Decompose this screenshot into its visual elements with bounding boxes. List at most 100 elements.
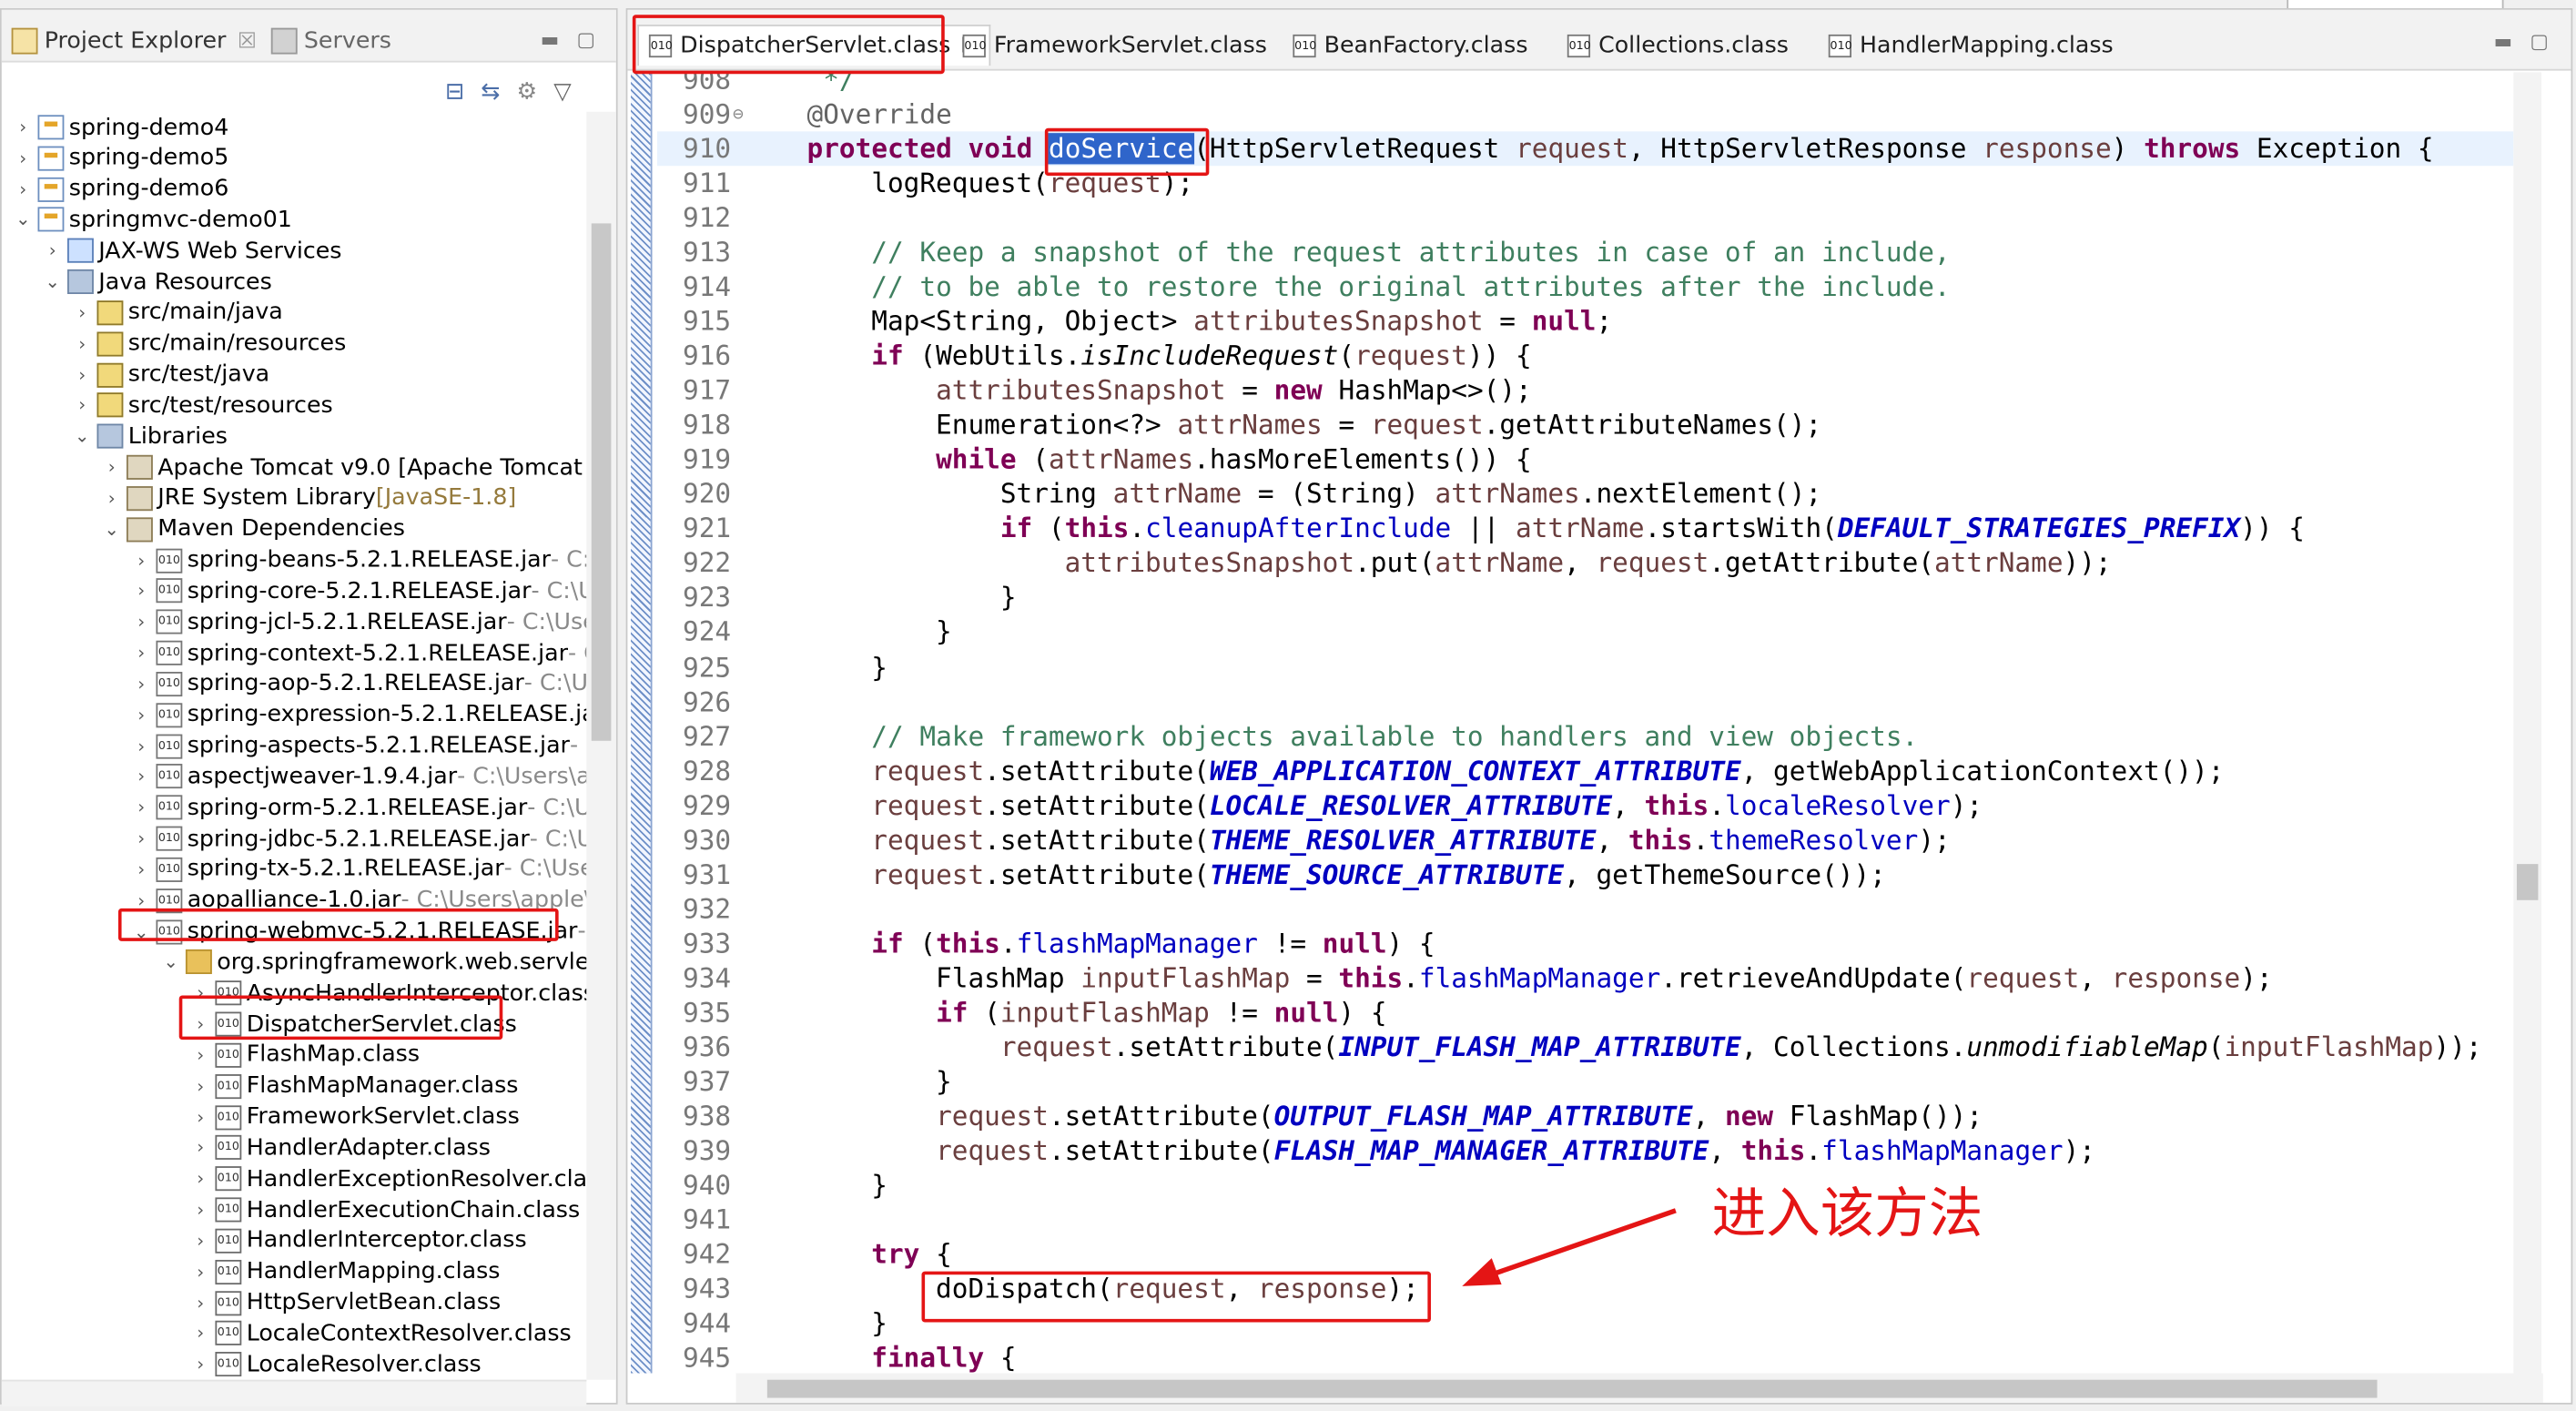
tree-item[interactable]: › 010 LocaleContextResolver.class — [189, 1318, 571, 1349]
editor-vertical-scrollbar[interactable] — [2513, 72, 2542, 1374]
chevron-right-icon[interactable]: › — [130, 766, 153, 787]
tree-item[interactable]: › JAX-WS Web Services — [41, 236, 342, 267]
tree-item[interactable]: › src/main/resources — [71, 329, 346, 360]
chevron-right-icon[interactable]: › — [189, 1168, 212, 1189]
tree-horizontal-scrollbar[interactable] — [1, 1379, 587, 1406]
chevron-down-icon[interactable]: ⌄ — [41, 271, 64, 292]
chevron-right-icon[interactable]: › — [130, 581, 153, 602]
editor-scrollbar-thumb[interactable] — [2516, 864, 2539, 900]
code-line[interactable]: 924 } — [657, 615, 2513, 650]
tree-item[interactable]: › spring-demo6 — [12, 174, 228, 205]
code-line[interactable]: 930 request.setAttribute(THEME_RESOLVER_… — [657, 822, 2513, 857]
chevron-right-icon[interactable]: › — [130, 550, 153, 571]
tree-item[interactable]: ›010spring-jdbc-5.2.1.RELEASE.jar - C:\U… — [130, 823, 586, 854]
tree-item[interactable]: › 010 spring-jcl-5.2.1.RELEASE.jar - C:\Us… — [130, 606, 586, 637]
code-line[interactable]: 938 request.setAttribute(OUTPUT_FLASH_MA… — [657, 1099, 2513, 1133]
code-line[interactable]: 923 } — [657, 581, 2513, 615]
tree-item[interactable]: › 010 FlashMap.class — [189, 1040, 420, 1071]
tree-item[interactable]: › JRE System Library [JavaSE-1.8] — [100, 482, 517, 513]
chevron-down-icon[interactable]: ⌄ — [71, 426, 94, 447]
tree-item[interactable]: › 010 HandlerInterceptor.class — [189, 1225, 526, 1256]
tree-item[interactable]: ⌄ Java Resources — [41, 267, 271, 298]
tree-item[interactable]: › 010 FlashMapManager.class — [189, 1071, 518, 1101]
chevron-right-icon[interactable]: › — [189, 1044, 212, 1065]
code-line[interactable]: 915 Map<String, Object> attributesSnapsh… — [657, 304, 2513, 339]
tree-item[interactable]: › src/test/resources — [71, 390, 332, 421]
tree-item[interactable]: ⌄ springmvc-demo01 — [12, 205, 292, 236]
code-line[interactable]: 936 request.setAttribute(INPUT_FLASH_MAP… — [657, 1030, 2513, 1064]
code-line[interactable]: 921 if (this.cleanupAfterInclude || attr… — [657, 512, 2513, 546]
minimize-icon[interactable]: ▬ — [2494, 29, 2512, 52]
code-line[interactable]: 914 // to be able to restore the origina… — [657, 269, 2513, 304]
code-line[interactable]: 934 FlashMap inputFlashMap = this.flashM… — [657, 960, 2513, 995]
code-line[interactable]: 925 } — [657, 650, 2513, 685]
chevron-right-icon[interactable]: › — [189, 1354, 212, 1375]
chevron-down-icon[interactable]: ⌄ — [159, 951, 182, 972]
code-line[interactable]: 912 — [657, 200, 2513, 235]
tree-item[interactable]: ›010spring-aop-5.2.1.RELEASE.jar - C:\Us… — [130, 668, 586, 699]
tree-item[interactable]: › 010 spring-expression-5.2.1.RELEASE.jar … — [130, 699, 586, 730]
code-line[interactable]: 928 request.setAttribute(WEB_APPLICATION… — [657, 753, 2513, 787]
chevron-right-icon[interactable]: › — [189, 1199, 212, 1220]
code-line[interactable]: 929 request.setAttribute(LOCALE_RESOLVER… — [657, 787, 2513, 822]
chevron-right-icon[interactable]: › — [189, 1075, 212, 1096]
code-line[interactable]: 927 // Make framework objects available … — [657, 719, 2513, 754]
tree-item[interactable]: › 010 HandlerExceptionResolver.class — [189, 1163, 586, 1194]
code-line[interactable]: 933 if (this.flashMapManager != null) { — [657, 926, 2513, 960]
tree-item[interactable]: ›010spring-tx-5.2.1.RELEASE.jar - C:\Use… — [130, 854, 586, 885]
chevron-right-icon[interactable]: › — [41, 240, 64, 261]
code-line[interactable]: 922 attributesSnapshot.put(attrName, req… — [657, 546, 2513, 581]
code-line[interactable]: 926 — [657, 685, 2513, 719]
code-line[interactable]: 945 finally { — [657, 1341, 2513, 1373]
chevron-right-icon[interactable]: › — [130, 736, 153, 756]
chevron-right-icon[interactable]: › — [189, 1137, 212, 1158]
chevron-right-icon[interactable]: › — [130, 705, 153, 726]
code-line[interactable]: 913 // Keep a snapshot of the request at… — [657, 235, 2513, 269]
code-line[interactable]: 931 request.setAttribute(THEME_SOURCE_AT… — [657, 857, 2513, 891]
chevron-down-icon[interactable]: ⌄ — [100, 519, 123, 540]
tree-item[interactable]: › 010 HandlerMapping.class — [189, 1256, 500, 1287]
tree-item[interactable]: › src/test/java — [71, 359, 269, 390]
collapse-all-icon[interactable]: ⊟ — [445, 79, 464, 106]
view-menu-icon[interactable]: ▽ — [553, 79, 571, 106]
tree-item[interactable]: ›010spring-aspects-5.2.1.RELEASE.jar - C… — [130, 730, 586, 761]
code-line[interactable]: 937 } — [657, 1064, 2513, 1099]
chevron-right-icon[interactable]: › — [100, 488, 123, 509]
chevron-right-icon[interactable]: › — [130, 859, 153, 880]
code-line[interactable]: 910 protected void doService(HttpServlet… — [656, 131, 2514, 167]
tab-servers[interactable]: Servers — [270, 23, 391, 59]
tree-item[interactable]: › 010 FrameworkServlet.class — [189, 1101, 520, 1132]
code-line[interactable]: 918 Enumeration<?> attrNames = request.g… — [657, 408, 2513, 442]
maximize-icon[interactable]: ▢ — [2530, 29, 2548, 52]
chevron-right-icon[interactable]: › — [100, 457, 123, 478]
filters-icon[interactable]: ⚙ — [517, 79, 538, 106]
code-line[interactable]: 911 logRequest(request); — [657, 166, 2513, 200]
tree-item[interactable]: ⌄ org.springframework.web.servlet — [159, 947, 586, 978]
tree-item[interactable]: ⌄ Libraries — [71, 421, 228, 452]
tree-scrollbar-thumb[interactable] — [591, 223, 612, 741]
tree-item[interactable]: ›010spring-context-5.2.1.RELEASE.jar - C… — [130, 637, 586, 668]
tree-item[interactable]: ›010aspectjweaver-1.9.4.jar - C:\Users\a… — [130, 761, 586, 792]
tree-item[interactable]: › Apache Tomcat v9.0 [Apache Tomcat v9. — [100, 452, 587, 482]
chevron-right-icon[interactable]: › — [71, 395, 94, 416]
chevron-right-icon[interactable]: › — [130, 797, 153, 818]
chevron-right-icon[interactable]: › — [189, 1323, 212, 1344]
tree-item[interactable]: ›010spring-beans-5.2.1.RELEASE.jar - C:\… — [130, 544, 586, 575]
editor-tab[interactable]: 010 Collections.class — [1567, 25, 1789, 66]
editor-hscroll-thumb[interactable] — [766, 1379, 2378, 1398]
code-view[interactable]: 908 */909 ⊖ @Override 910 protected void d… — [656, 72, 2514, 1373]
tree-item[interactable]: ›010spring-core-5.2.1.RELEASE.jar - C:\U… — [130, 575, 586, 606]
minimize-icon[interactable]: ▬ — [541, 28, 559, 51]
code-line[interactable]: 916 if (WebUtils.isIncludeRequest(reques… — [657, 339, 2513, 373]
maximize-icon[interactable]: ▢ — [576, 28, 594, 51]
chevron-right-icon[interactable]: › — [12, 147, 35, 168]
code-line[interactable]: 932 — [657, 891, 2513, 926]
chevron-right-icon[interactable]: › — [71, 364, 94, 385]
tab-project-explorer[interactable]: Project Explorer ☒ — [11, 23, 257, 59]
chevron-right-icon[interactable]: › — [189, 1230, 212, 1251]
chevron-right-icon[interactable]: › — [130, 643, 153, 664]
chevron-right-icon[interactable]: › — [189, 1106, 212, 1127]
code-line[interactable]: 919 while (attrNames.hasMoreElements()) … — [657, 442, 2513, 477]
chevron-right-icon[interactable]: › — [130, 674, 153, 695]
code-line[interactable]: 939 request.setAttribute(FLASH_MAP_MANAG… — [657, 1133, 2513, 1168]
